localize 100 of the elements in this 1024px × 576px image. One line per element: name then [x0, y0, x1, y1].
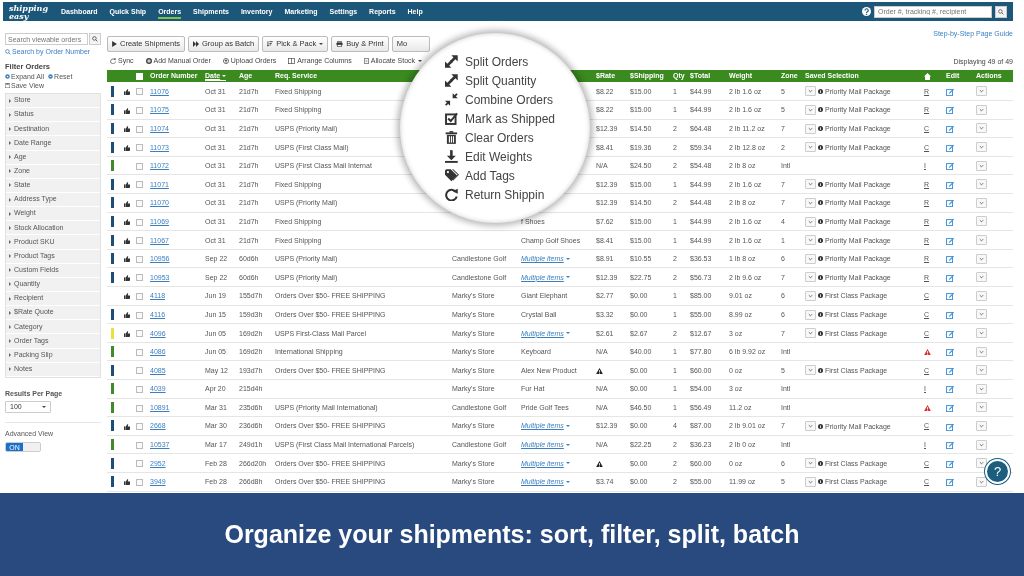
- row-checkbox[interactable]: [136, 293, 143, 300]
- actions-button[interactable]: [976, 197, 987, 208]
- menu-item[interactable]: Clear Orders: [465, 128, 534, 147]
- edit-icon[interactable]: [946, 459, 954, 468]
- actions-button[interactable]: [976, 123, 987, 134]
- edit-icon[interactable]: [946, 125, 954, 134]
- dropdown-button[interactable]: [805, 476, 816, 487]
- edit-icon[interactable]: [946, 441, 954, 450]
- actions-button[interactable]: [976, 104, 987, 115]
- row-checkbox[interactable]: [136, 274, 143, 282]
- row-checkbox[interactable]: [136, 367, 143, 375]
- row-checkbox[interactable]: [136, 423, 143, 431]
- search-button[interactable]: [89, 33, 101, 45]
- actions-button[interactable]: [976, 439, 987, 450]
- edit-icon[interactable]: [946, 311, 954, 319]
- actions-button[interactable]: [976, 290, 987, 301]
- row-checkbox[interactable]: [136, 144, 143, 152]
- dropdown-button[interactable]: [805, 104, 816, 115]
- dropdown-button[interactable]: [805, 309, 816, 320]
- dropdown-button[interactable]: [805, 421, 816, 432]
- row-checkbox[interactable]: [136, 255, 143, 263]
- help-icon[interactable]: [862, 7, 871, 16]
- row-checkbox[interactable]: [136, 330, 143, 338]
- edit-icon[interactable]: [946, 329, 954, 338]
- dropdown-button[interactable]: [805, 272, 816, 283]
- dropdown-button[interactable]: [805, 86, 816, 97]
- edit-icon[interactable]: [946, 348, 954, 357]
- actions-button[interactable]: [976, 142, 987, 153]
- search-button[interactable]: [995, 5, 1007, 18]
- edit-icon[interactable]: [946, 143, 954, 152]
- edit-icon[interactable]: [946, 162, 954, 171]
- actions-button[interactable]: [976, 272, 987, 283]
- edit-icon[interactable]: [946, 236, 954, 245]
- actions-button[interactable]: [976, 346, 987, 357]
- menu-item[interactable]: Split Quantity: [465, 71, 537, 90]
- actions-button[interactable]: [976, 365, 987, 376]
- row-checkbox[interactable]: [136, 311, 143, 319]
- actions-button[interactable]: [976, 160, 987, 171]
- actions-button[interactable]: [976, 458, 987, 469]
- row-checkbox[interactable]: [136, 441, 143, 449]
- actions-button[interactable]: [976, 309, 987, 320]
- row-checkbox[interactable]: [136, 107, 143, 115]
- actions-button[interactable]: [976, 86, 987, 97]
- menu-item[interactable]: Add Tags: [465, 166, 515, 185]
- row-checkbox[interactable]: [136, 162, 143, 170]
- actions-button[interactable]: [976, 253, 987, 264]
- thumbs-up-icon: [124, 144, 130, 151]
- row-checkbox[interactable]: [136, 125, 143, 133]
- row-checkbox[interactable]: [136, 478, 143, 486]
- edit-icon[interactable]: [946, 366, 954, 375]
- dropdown-button[interactable]: [805, 235, 816, 246]
- edit-icon[interactable]: [946, 218, 954, 227]
- info-icon: [818, 460, 823, 466]
- dropdown-button[interactable]: [805, 142, 816, 153]
- actions-button[interactable]: [976, 179, 987, 190]
- row-checkbox[interactable]: [136, 181, 143, 189]
- edit-icon[interactable]: [946, 199, 954, 208]
- menu-item[interactable]: Mark as Shipped: [465, 109, 556, 128]
- row-checkbox[interactable]: [136, 348, 143, 356]
- edit-icon[interactable]: [946, 403, 954, 412]
- edit-icon[interactable]: [946, 255, 954, 264]
- actions-button[interactable]: [976, 216, 987, 227]
- row-checkbox[interactable]: [136, 460, 143, 468]
- menu-item[interactable]: Edit Weights: [465, 147, 533, 166]
- actions-button[interactable]: [976, 476, 987, 487]
- dropdown-button[interactable]: [805, 123, 816, 134]
- actions-button[interactable]: [976, 235, 987, 246]
- edit-icon[interactable]: [946, 422, 954, 431]
- help-button[interactable]: ?: [985, 459, 1010, 484]
- dropdown-button[interactable]: [805, 197, 816, 208]
- dropdown-button[interactable]: [805, 328, 816, 339]
- dropdown-button[interactable]: [805, 179, 816, 190]
- menu-item[interactable]: Split Orders: [465, 52, 529, 71]
- row-checkbox[interactable]: [136, 237, 143, 245]
- edit-icon[interactable]: [946, 180, 954, 189]
- select-all-checkbox[interactable]: [136, 73, 143, 81]
- chevron-down-icon: [808, 219, 813, 224]
- actions-button[interactable]: [976, 402, 987, 413]
- edit-icon[interactable]: [946, 87, 954, 96]
- row-checkbox[interactable]: [136, 88, 143, 96]
- dropdown-button[interactable]: [805, 290, 816, 301]
- menu-item[interactable]: Return Shippin: [465, 185, 545, 204]
- menu-item[interactable]: Combine Orders: [465, 90, 554, 109]
- edit-icon[interactable]: [946, 478, 954, 487]
- actions-button[interactable]: [976, 383, 987, 394]
- dropdown-button[interactable]: [805, 458, 816, 469]
- edit-icon[interactable]: [946, 385, 954, 394]
- row-checkbox[interactable]: [136, 218, 143, 226]
- edit-icon[interactable]: [946, 106, 954, 115]
- logo[interactable]: shipping easy: [9, 3, 53, 20]
- row-checkbox[interactable]: [136, 385, 143, 393]
- edit-icon[interactable]: [946, 273, 954, 282]
- actions-button[interactable]: [976, 421, 987, 431]
- edit-icon[interactable]: [946, 292, 954, 301]
- row-checkbox[interactable]: [136, 404, 143, 412]
- actions-button[interactable]: [976, 328, 987, 338]
- dropdown-button[interactable]: [805, 253, 816, 264]
- dropdown-button[interactable]: [805, 216, 816, 227]
- row-checkbox[interactable]: [136, 200, 143, 207]
- dropdown-button[interactable]: [805, 365, 816, 376]
